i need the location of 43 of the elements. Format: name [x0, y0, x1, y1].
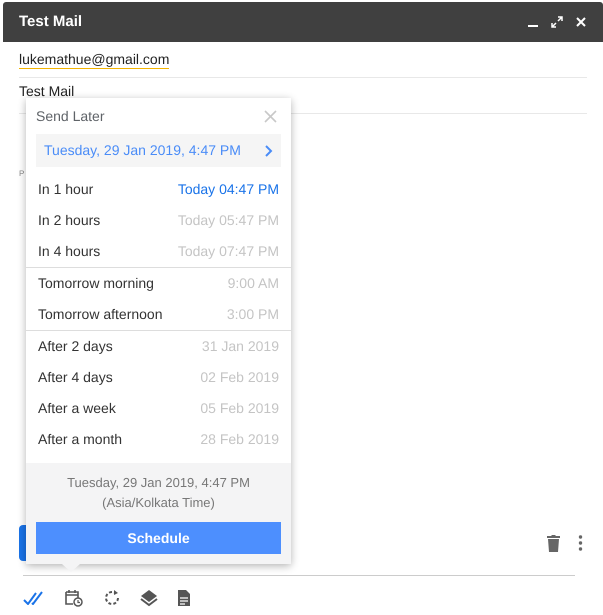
schedule-option[interactable]: After a week 05 Feb 2019 — [26, 393, 291, 424]
option-label: In 1 hour — [38, 180, 94, 199]
schedule-option[interactable]: In 2 hours Today 05:47 PM — [26, 205, 291, 236]
option-time: Today 04:47 PM — [178, 180, 279, 199]
option-label: Tomorrow morning — [38, 274, 154, 293]
option-label: After a month — [38, 430, 122, 449]
option-time: 02 Feb 2019 — [200, 368, 279, 387]
option-label: Tomorrow afternoon — [38, 305, 163, 324]
double-check-icon[interactable] — [23, 591, 45, 605]
schedule-option[interactable]: After 4 days 02 Feb 2019 — [26, 362, 291, 393]
schedule-option[interactable]: In 1 hour Today 04:47 PM — [26, 174, 291, 205]
option-time: 28 Feb 2019 — [200, 430, 279, 449]
chevron-right-icon — [265, 144, 273, 156]
option-label: In 2 hours — [38, 211, 100, 230]
option-time: 3:00 PM — [226, 305, 279, 324]
body-text: P — [19, 168, 24, 180]
window-title: Test Mail — [19, 12, 82, 32]
trash-icon[interactable] — [546, 534, 561, 552]
schedule-option[interactable]: Tomorrow afternoon 3:00 PM — [26, 299, 291, 330]
schedule-summary: Tuesday, 29 Jan 2019, 4:47 PM — [67, 474, 250, 492]
option-label: After a week — [38, 399, 116, 418]
option-time: Today 07:47 PM — [178, 242, 279, 261]
option-time: 05 Feb 2019 — [200, 399, 279, 418]
option-time: 31 Jan 2019 — [202, 337, 279, 356]
option-label: In 4 hours — [38, 242, 100, 261]
option-label: After 4 days — [38, 368, 113, 387]
schedule-option[interactable]: After 2 days 31 Jan 2019 — [26, 331, 291, 362]
option-time: Today 05:47 PM — [178, 211, 279, 230]
schedule-option[interactable]: Tomorrow morning 9:00 AM — [26, 268, 291, 299]
popup-title: Send Later — [36, 106, 104, 126]
schedule-option[interactable]: After a month 28 Feb 2019 — [26, 424, 291, 455]
document-icon[interactable] — [177, 589, 191, 607]
subject-field[interactable]: Test Mail — [19, 81, 74, 102]
option-label: After 2 days — [38, 337, 113, 356]
more-icon[interactable] — [578, 535, 583, 551]
schedule-option[interactable]: In 4 hours Today 07:47 PM — [26, 236, 291, 267]
calendar-clock-icon[interactable] — [64, 588, 84, 608]
layers-icon[interactable] — [140, 589, 158, 607]
option-time: 9:00 AM — [228, 274, 279, 293]
expand-icon[interactable] — [551, 16, 563, 28]
timezone-label: (Asia/Kolkata Time) — [102, 494, 215, 512]
refresh-icon[interactable] — [103, 589, 121, 607]
recipient-chip[interactable]: lukemathue@gmail.com — [19, 50, 170, 69]
